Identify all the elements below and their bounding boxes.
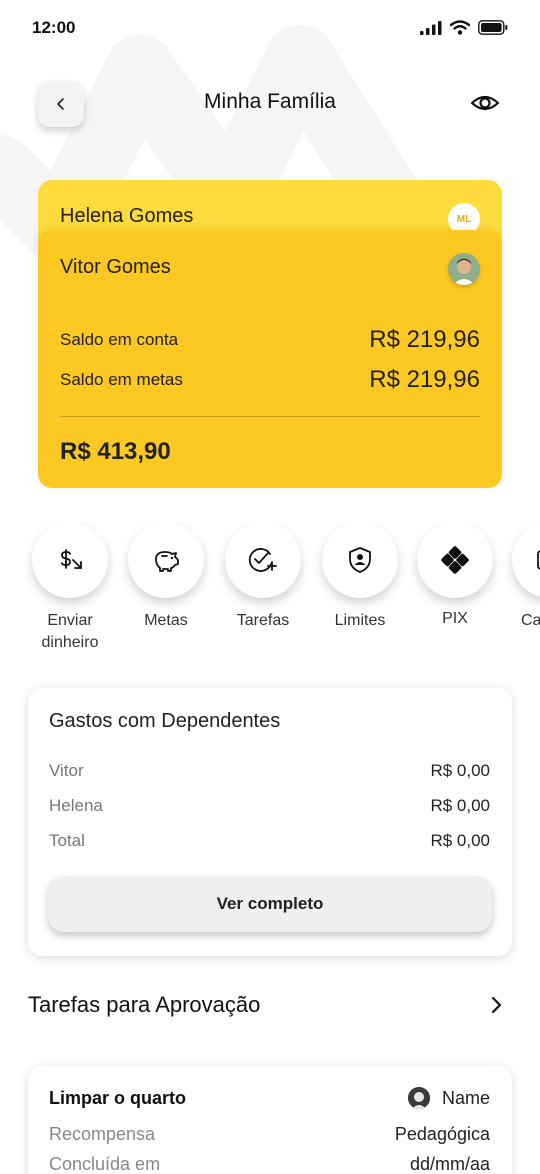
action-circle <box>32 522 108 598</box>
dependent-name: Vitor Gomes <box>60 256 171 278</box>
signal-icon <box>420 20 442 35</box>
dependent-card-primary[interactable]: Vitor Gomes Saldo em conta R$ 219,96 Sal… <box>38 230 502 488</box>
expense-row-value: R$ 0,00 <box>430 796 490 815</box>
action-goals[interactable]: Metas <box>116 522 216 632</box>
action-card[interactable]: Ca <box>500 522 540 632</box>
action-label-line1: Ca <box>521 612 540 629</box>
expense-row-label: Vitor <box>49 761 84 780</box>
quick-actions: Enviar dinheiro Metas Tarefas Limites PI… <box>0 522 540 657</box>
balance-goals-value: R$ 219,96 <box>369 366 480 393</box>
action-circle <box>512 522 540 598</box>
balance-account-value: R$ 219,96 <box>369 326 480 353</box>
action-label-line1: Metas <box>144 612 188 629</box>
action-circle <box>128 522 204 598</box>
action-label-line1: Enviar <box>47 612 93 629</box>
action-label: Limites <box>310 610 410 632</box>
action-label-line2: dinheiro <box>41 634 99 651</box>
piggy-bank-icon <box>155 551 179 572</box>
avatar <box>407 1087 430 1109</box>
task-user-name: Name <box>441 1087 490 1108</box>
expense-row-value: R$ 0,00 <box>430 831 490 850</box>
status-time: 12:00 <box>32 18 76 37</box>
status-bar: 12:00 <box>0 0 540 58</box>
balance-total: R$ 413,90 <box>60 438 171 465</box>
expense-row-label: Total <box>49 831 85 850</box>
expense-row-label: Helena <box>49 796 103 815</box>
expenses-panel: Gastos com Dependentes Vitor R$ 0,00 Hel… <box>28 688 512 956</box>
page-title: Minha Família <box>204 90 336 113</box>
approvals-title: Tarefas para Aprovação <box>28 992 261 1017</box>
battery-icon <box>478 20 508 35</box>
action-circle <box>322 522 398 598</box>
action-circle <box>225 522 301 598</box>
eye-icon[interactable] <box>470 88 500 118</box>
user-avatar-icon <box>407 1087 430 1109</box>
task-row-label: Recompensa <box>49 1124 156 1144</box>
action-label-line1: Limites <box>334 612 386 629</box>
send-money-icon <box>61 549 82 569</box>
expenses-title: Gastos com Dependentes <box>49 710 281 732</box>
action-label-line1: PIX <box>442 610 468 627</box>
action-send-money[interactable]: Enviar dinheiro <box>20 522 120 654</box>
task-row-value: Pedagógica <box>394 1124 490 1144</box>
task-row-label: Concluída em <box>49 1154 161 1174</box>
action-tasks[interactable]: Tarefas <box>213 522 313 632</box>
action-label: PIX <box>405 608 505 630</box>
shield-user-icon <box>349 547 371 573</box>
task-card[interactable]: Limpar o quarto Name Recompensa Pedagógi… <box>28 1066 512 1174</box>
check-add-icon <box>248 548 277 572</box>
action-label: Enviar dinheiro <box>20 610 120 654</box>
action-circle <box>417 522 493 598</box>
task-title: Limpar o quarto <box>49 1088 187 1108</box>
balance-goals-label: Saldo em metas <box>60 370 183 389</box>
pix-icon <box>441 546 469 574</box>
task-row-value: dd/mm/aa <box>409 1154 490 1174</box>
approvals-section-header[interactable]: Tarefas para Aprovação <box>28 988 512 1024</box>
action-label: Tarefas <box>213 610 313 632</box>
action-label: Metas <box>116 610 216 632</box>
avatar <box>448 253 480 285</box>
task-user: Name <box>407 1087 490 1109</box>
wifi-icon <box>450 20 470 35</box>
status-icons <box>420 20 508 35</box>
card-divider <box>60 416 480 417</box>
card-icon <box>537 550 540 570</box>
action-pix[interactable]: PIX <box>405 522 505 630</box>
action-limits[interactable]: Limites <box>310 522 410 632</box>
chevron-right-icon <box>491 996 502 1014</box>
header: Minha Família <box>0 78 540 130</box>
expense-row-value: R$ 0,00 <box>430 761 490 780</box>
balance-account-label: Saldo em conta <box>60 330 179 349</box>
avatar-photo-icon <box>448 253 480 285</box>
dependent-name: Helena Gomes <box>60 205 194 227</box>
action-label: Ca <box>500 610 540 632</box>
action-label-line1: Tarefas <box>236 612 290 629</box>
view-full-button[interactable]: Ver completo <box>48 876 492 932</box>
